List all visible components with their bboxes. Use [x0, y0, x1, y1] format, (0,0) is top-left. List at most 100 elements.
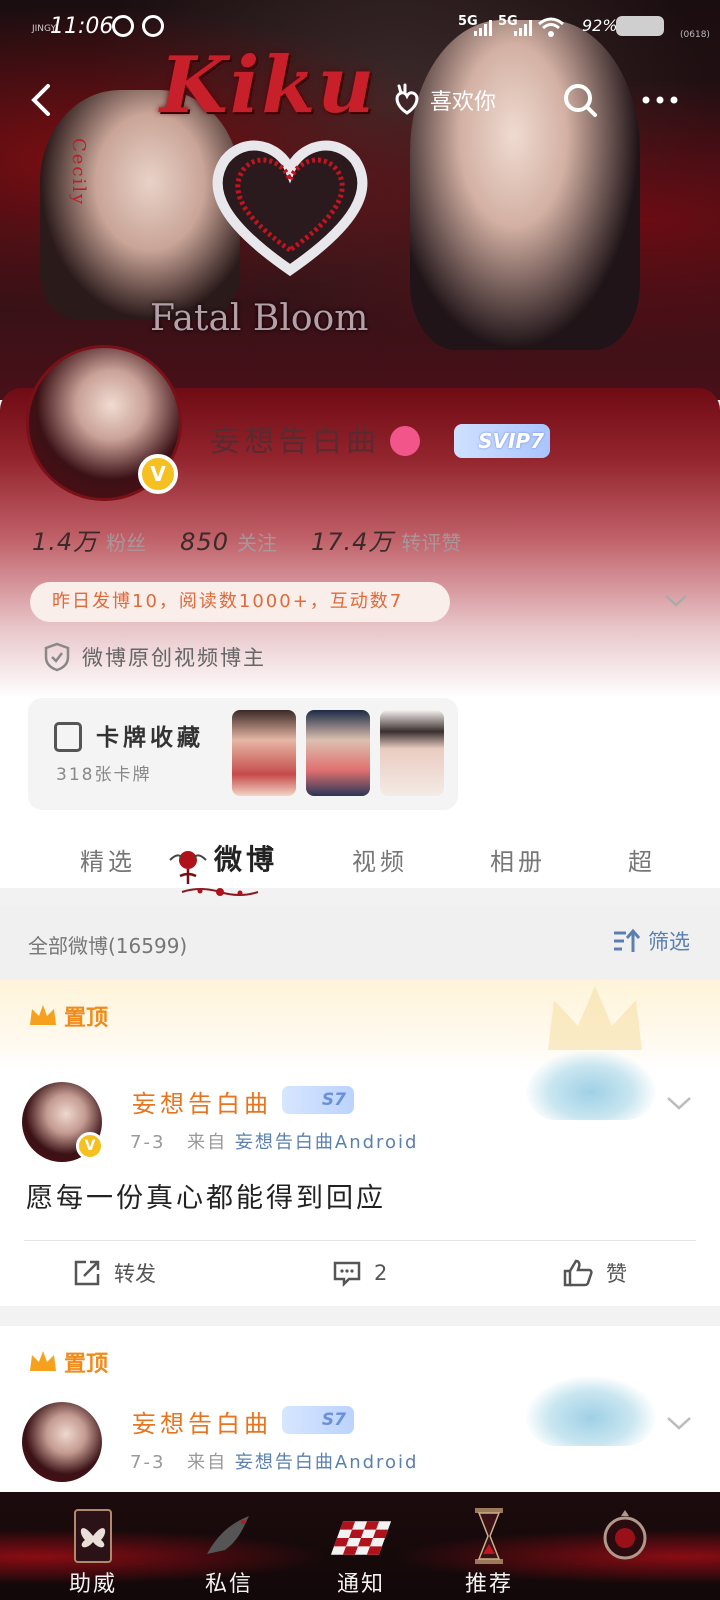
banner-side-text: Cecily [68, 138, 89, 207]
rose-ornament-icon [169, 851, 207, 884]
like-you-label: 喜欢你 [430, 90, 497, 115]
wifi-icon [538, 17, 564, 37]
filter-label: 筛选 [648, 930, 690, 954]
card-thumbnail[interactable] [306, 710, 370, 796]
clock: 11:06 [50, 14, 114, 39]
card-thumbnail[interactable] [232, 710, 296, 796]
tab-active-indicator [181, 888, 259, 896]
post-author[interactable]: 妄想告白曲 [132, 1084, 272, 1119]
checkerboard-icon [331, 1521, 391, 1555]
feed-header: 全部微博(16599) 筛选 [0, 906, 720, 980]
post-source[interactable]: 妄想告白曲Android [235, 1132, 419, 1153]
filter-button[interactable]: 筛选 [612, 926, 690, 956]
app-notification-icon [142, 15, 164, 37]
pinned-label: 置顶 [28, 1346, 108, 1378]
stat-interactions[interactable]: 17.4万 转评赞 [311, 522, 461, 557]
stat-value: 1.4万 [32, 528, 99, 556]
vip-badge[interactable]: S7 [282, 1406, 354, 1434]
nav-profile[interactable] [570, 1500, 680, 1600]
like-button[interactable]: 赞 [562, 1258, 627, 1288]
post-source[interactable]: 妄想告白曲Android [235, 1452, 419, 1473]
like-label: 赞 [606, 1262, 627, 1286]
pinned-text: 置顶 [64, 1006, 109, 1031]
post-author[interactable]: 妄想告白曲 [132, 1404, 272, 1439]
tab-featured[interactable]: 精选 [80, 842, 136, 877]
stat-value: 17.4万 [310, 528, 394, 556]
nav-cheer[interactable]: 助威 [38, 1500, 148, 1600]
chevron-down-icon[interactable] [664, 1412, 694, 1434]
post-date: 7-3 [130, 1452, 166, 1473]
post-card[interactable]: 置顶 妄想告白曲 S7 7-3 来自 妄想告白曲Android [0, 1326, 720, 1496]
device-code: (0618) [680, 30, 710, 40]
nav-label: 通知 [336, 1572, 385, 1597]
stat-label: 转评赞 [401, 531, 462, 555]
notification-icon [112, 15, 134, 37]
crown-icon [30, 1351, 56, 1371]
stat-label: 关注 [236, 531, 277, 555]
username: 妄想告白曲 [210, 424, 380, 459]
pinned-text: 置顶 [64, 1352, 109, 1377]
tab-video[interactable]: 视频 [352, 842, 408, 877]
vip-badge[interactable]: S7 [282, 1086, 354, 1114]
divider [24, 1240, 696, 1241]
battery-percent: 92% [582, 16, 618, 35]
certification-row[interactable]: 微博原创视频博主 [44, 642, 266, 672]
nav-messages[interactable]: 私信 [174, 1500, 284, 1600]
repost-button[interactable]: 转发 [72, 1258, 156, 1288]
signal-icon-2 [514, 20, 532, 36]
tab-album[interactable]: 相册 [490, 842, 546, 877]
card-thumbnail[interactable] [380, 710, 444, 796]
stat-value: 850 [180, 528, 229, 556]
pinned-label: 置顶 [28, 1000, 108, 1032]
comment-button[interactable]: 2 [332, 1258, 387, 1288]
profile-banner: Kiku Cecily Fatal Bloom [0, 0, 720, 400]
bird-icon [207, 1516, 249, 1554]
tab-weibo[interactable]: 微博 [214, 838, 278, 878]
post-meta: 7-3 来自 妄想告白曲Android [130, 1448, 418, 1474]
banner-heart-frame [212, 140, 368, 277]
post-avatar[interactable] [22, 1402, 102, 1482]
stat-followers[interactable]: 1.4万 粉丝 [32, 522, 146, 557]
nav-label: 助威 [68, 1572, 117, 1597]
like-you-button[interactable]: 喜欢你 [392, 80, 496, 120]
banner-subtitle-text: Fatal Bloom [150, 298, 369, 339]
svip-badge[interactable]: SVIP7 [454, 424, 550, 458]
filter-icon [614, 928, 640, 952]
nav-recommend[interactable]: 推荐 [434, 1500, 544, 1600]
verified-badge: V [76, 1132, 104, 1160]
crown-icon [30, 1005, 56, 1025]
shield-icon [44, 642, 70, 672]
tab-super[interactable]: 超 [628, 842, 656, 877]
more-icon[interactable] [638, 80, 682, 120]
chevron-down-icon[interactable] [662, 590, 690, 610]
thumbs-up-icon [563, 1259, 593, 1287]
card-collection[interactable]: 卡牌收藏 318张卡牌 [28, 698, 458, 810]
battery-icon [616, 16, 664, 36]
card-collection-title: 卡牌收藏 [96, 725, 204, 751]
profile-tabs: 精选 微博 视频 相册 超 [0, 820, 720, 906]
weibo-count: 全部微博(16599) [28, 934, 188, 958]
profile-stats: 1.4万 粉丝 850 关注 17.4万 转评赞 [32, 522, 461, 557]
nav-notifications[interactable]: 通知 [306, 1500, 416, 1600]
search-badge-icon[interactable] [390, 426, 420, 456]
source-prefix: 来自 [187, 1132, 228, 1153]
decorative-sticker [526, 1050, 656, 1120]
back-icon[interactable] [22, 80, 62, 120]
hourglass-icon [475, 1508, 503, 1564]
comment-count: 2 [374, 1261, 388, 1285]
butterfly-card-icon [74, 1509, 112, 1563]
stat-following[interactable]: 850 关注 [180, 527, 277, 556]
activity-summary[interactable]: 昨日发博10，阅读数1000+，互动数7 [30, 582, 450, 622]
comment-icon [333, 1261, 361, 1288]
signal-icon [474, 20, 492, 36]
post-card[interactable]: 置顶 V 妄想告白曲 S7 7-3 来自 妄想告白曲Android 愿每一份真心… [0, 980, 720, 1306]
repost-label: 转发 [114, 1262, 156, 1286]
share-icon [74, 1260, 100, 1286]
status-bar: JINGYI 11:06 5G 5G 92% (0618) [0, 0, 720, 54]
rose-mirror-icon [603, 1510, 647, 1560]
search-icon[interactable] [560, 80, 600, 120]
hand-heart-icon [395, 83, 419, 115]
chevron-down-icon[interactable] [664, 1092, 694, 1114]
post-meta: 7-3 来自 妄想告白曲Android [130, 1128, 418, 1154]
card-collection-count: 318张卡牌 [56, 765, 152, 785]
